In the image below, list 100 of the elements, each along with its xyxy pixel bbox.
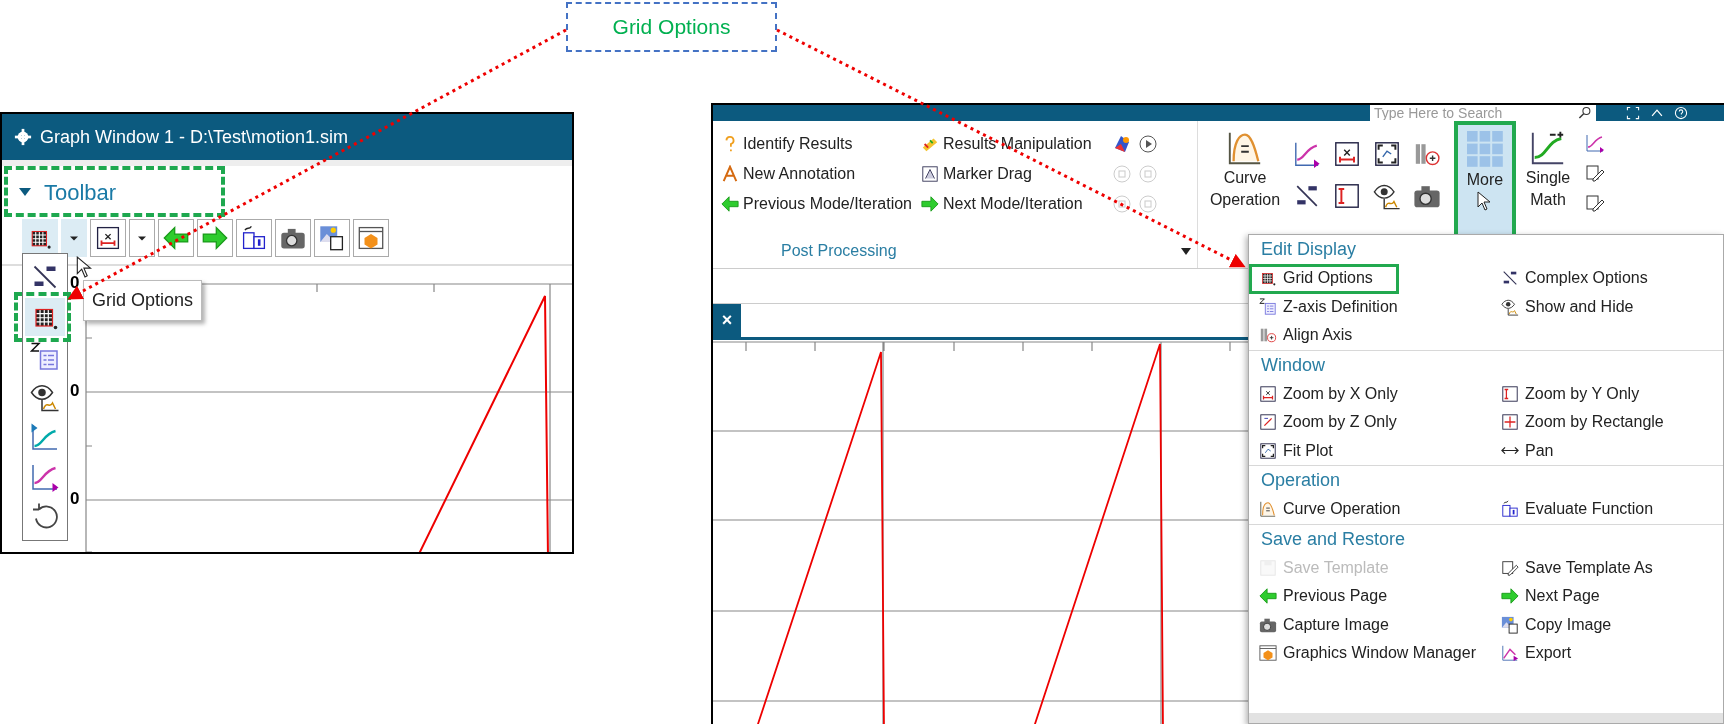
copy-image-icon [319, 225, 345, 251]
menu-item[interactable]: Show and Hide [1497, 292, 1723, 321]
search-field[interactable]: Type Here to Search [1370, 105, 1596, 121]
toolbar-button[interactable] [314, 219, 350, 257]
ribbon-button[interactable]: Single Math [1520, 125, 1576, 235]
ribbon-item[interactable]: Next Mode/Iteration [921, 192, 1106, 216]
menu-item[interactable]: Grid Options [1255, 264, 1497, 293]
zoom-rectangle-icon [1501, 413, 1519, 432]
menu-item[interactable]: Zoom by X Only [1255, 379, 1497, 408]
dropdown-button[interactable] [129, 219, 155, 257]
menu-item[interactable]: Pan [1497, 436, 1723, 465]
arrow-right-icon [921, 195, 939, 213]
fit-icon [1373, 140, 1401, 168]
tooltip: Grid Options [83, 280, 203, 321]
step-icon [1112, 194, 1132, 214]
menu-item[interactable]: Previous Page [1255, 582, 1497, 611]
ribbon-icon-button[interactable] [1372, 139, 1402, 169]
zoom-x-icon [1259, 384, 1277, 403]
toolbar-header[interactable]: Toolbar [2, 175, 117, 209]
fit-icon [1259, 441, 1277, 460]
axis-icon [1259, 326, 1277, 345]
menu-section-title: Edit Display [1260, 238, 1358, 261]
window-icon [1259, 644, 1277, 663]
curve-chart-icon [1585, 133, 1605, 153]
step-icon [1138, 194, 1158, 214]
playback-button[interactable] [1138, 134, 1158, 154]
menu-item[interactable]: Complex Options [1497, 264, 1723, 293]
menu-item[interactable]: Zoom by Rectangle [1497, 408, 1723, 437]
arrow-left-icon [163, 225, 189, 251]
arrow-right-icon [202, 225, 228, 251]
toolbar-button[interactable] [275, 219, 311, 257]
menu-item[interactable]: Evaluate Function [1497, 495, 1723, 524]
play-icon [1138, 134, 1158, 154]
ribbon-icon-button[interactable] [1332, 181, 1362, 211]
caret-icon [1181, 248, 1191, 256]
window-icon [358, 225, 384, 251]
menu-item[interactable]: Zoom by Z Only [1255, 408, 1497, 437]
ribbon-item[interactable]: Previous Mode/Iteration [721, 192, 921, 216]
settings-icon [14, 128, 32, 146]
step-icon [1138, 164, 1158, 184]
annotation-icon [721, 165, 739, 183]
menu-item[interactable]: Save Template As [1497, 553, 1723, 582]
ribbon-item[interactable]: Marker Drag [921, 162, 1106, 186]
curve-chart-icon [1293, 140, 1321, 168]
axis-label: 0 [70, 274, 80, 291]
help-button[interactable] [1674, 106, 1688, 120]
curve-operation-icon [1259, 500, 1277, 519]
list-icon [1259, 297, 1277, 316]
arrow-left-icon [721, 195, 739, 213]
edit-icon [1585, 193, 1605, 213]
menu-section-title: Save and Restore [1260, 527, 1407, 551]
toolbar-button[interactable] [90, 219, 126, 257]
eye-icon [30, 382, 60, 412]
toolbar-button[interactable] [236, 219, 272, 257]
menu-item[interactable]: Graphics Window Manager [1255, 639, 1497, 668]
menu-item[interactable]: Export [1497, 639, 1723, 668]
callout-label: Grid Options [566, 2, 777, 52]
ribbon-icon-button[interactable] [1332, 139, 1362, 169]
axis-label: 0 [70, 490, 80, 507]
arrow-right-icon [1501, 587, 1519, 606]
menu-section-title: Operation [1260, 469, 1342, 492]
arrow-left-icon [1259, 587, 1277, 606]
copy-image-icon [1501, 615, 1519, 634]
menu-item[interactable]: Fit Plot [1255, 436, 1497, 465]
eye-icon [1501, 297, 1519, 316]
export-icon [1501, 644, 1519, 663]
marker-icon [921, 165, 939, 183]
double-arrow-icon [1501, 446, 1519, 456]
tab-close-button[interactable]: × [713, 304, 741, 337]
menu-item[interactable]: Copy Image [1497, 610, 1723, 639]
group-label: Post Processing [781, 241, 897, 261]
menu-section-title: Window [1260, 353, 1327, 377]
color-shape-icon [1112, 134, 1132, 154]
menu-item[interactable]: Curve Operation [1255, 495, 1497, 524]
eye-icon [1373, 182, 1401, 210]
menu-item[interactable]: Next Page [1497, 582, 1723, 611]
ribbon-item[interactable]: Results Manipulation [921, 132, 1106, 156]
dropdown-item[interactable] [25, 298, 65, 336]
ribbon-item[interactable]: Identify Results [721, 132, 921, 156]
grid-tiles-icon [1465, 129, 1505, 169]
menu-item[interactable]: Z-axis Definition [1255, 292, 1497, 321]
menu-item[interactable]: Align Axis [1255, 321, 1497, 350]
ribbon-item[interactable]: New Annotation [721, 162, 921, 186]
maximize-button[interactable] [1626, 106, 1640, 120]
edit-icon [1585, 163, 1605, 183]
toolbar-button[interactable] [353, 219, 389, 257]
help-icon [1674, 106, 1688, 120]
menu-item[interactable]: Zoom by Y Only [1497, 379, 1723, 408]
menu-item[interactable]: Capture Image [1255, 610, 1497, 639]
step-icon [1112, 164, 1132, 184]
zoom-y-icon [1333, 182, 1361, 210]
maximize-icon [1626, 106, 1640, 120]
zoom-z-icon [1259, 413, 1277, 432]
curve-chart-icon [30, 422, 60, 452]
search-icon [1578, 106, 1592, 120]
axis-label: 0 [70, 382, 80, 399]
zoom-y-icon [1501, 384, 1519, 403]
curve-chart-icon [30, 462, 60, 492]
function-icon [241, 225, 267, 251]
zoom-x-icon [95, 225, 121, 251]
